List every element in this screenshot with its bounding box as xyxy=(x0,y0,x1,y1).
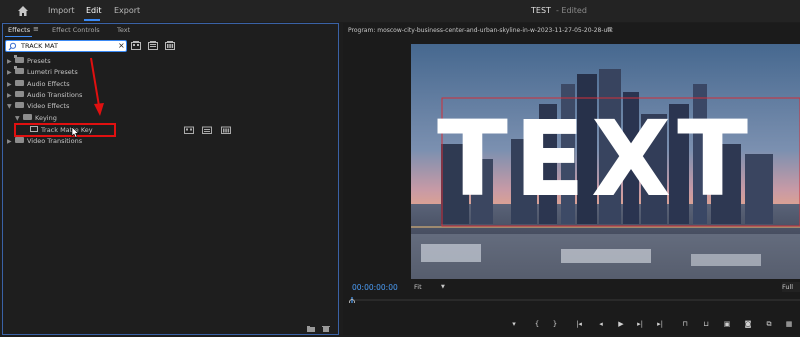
accelerated-badge-icon xyxy=(184,126,194,134)
overwrite-icon[interactable]: ⊔ xyxy=(701,319,711,329)
tree-item-label: Video Effects xyxy=(27,102,70,110)
tree-item-label: Video Transitions xyxy=(27,137,83,145)
program-monitor-panel: Program: moscow-city-business-center-and… xyxy=(343,23,800,335)
zoom-level-select[interactable]: Fit ▼ xyxy=(414,282,450,292)
tab-effects[interactable]: Effects xyxy=(8,26,30,34)
search-icon xyxy=(8,42,17,51)
button-editor-icon[interactable]: ▣ xyxy=(722,319,732,329)
32bit-effects-filter-icon[interactable] xyxy=(148,41,158,50)
tree-item-lumetri-presets[interactable]: ▶ Lumetri Presets xyxy=(7,66,78,78)
tree-item-label: Keying xyxy=(35,114,57,122)
search-value: TRACK MAT xyxy=(21,42,58,50)
accelerated-effects-filter-icon[interactable] xyxy=(131,41,141,50)
tree-item-video-effects[interactable]: ▼ Video Effects xyxy=(7,101,69,111)
yuv-effects-filter-icon[interactable] xyxy=(165,41,175,50)
mouse-cursor-icon xyxy=(71,127,79,138)
step-back-icon[interactable]: ◂ xyxy=(596,319,606,329)
annotation-highlight-box xyxy=(14,123,116,137)
nav-tab-edit[interactable]: Edit xyxy=(86,6,102,15)
clear-search-icon[interactable]: × xyxy=(118,41,125,51)
tree-item-label: Lumetri Presets xyxy=(27,68,78,76)
folder-star-icon xyxy=(14,66,24,74)
project-title: TEST xyxy=(531,6,551,15)
tree-item-presets[interactable]: ▶ Presets xyxy=(7,55,51,66)
project-status: - Edited xyxy=(556,6,587,15)
overlay-text[interactable]: TEXT xyxy=(437,104,800,214)
folder-icon xyxy=(15,80,24,86)
top-navigation-bar: Import Edit Export TEST - Edited xyxy=(0,0,800,22)
playhead-timecode[interactable]: 00:00:00:00 xyxy=(352,283,398,292)
monitor-menu-icon[interactable]: ≡ xyxy=(607,25,613,33)
chevron-down-icon: ▼ xyxy=(441,284,445,290)
add-marker-icon[interactable]: ▾ xyxy=(509,319,519,329)
resolution-select[interactable]: Full xyxy=(782,282,800,292)
chevron-right-icon[interactable]: ▶ xyxy=(7,137,15,147)
effects-panel: Effects ≡ Effect Controls Text TRACK MAT… xyxy=(2,23,339,335)
folder-icon xyxy=(15,91,24,97)
tree-item-audio-transitions[interactable]: ▶ Audio Transitions xyxy=(7,90,82,100)
home-icon[interactable] xyxy=(17,5,29,17)
go-to-in-icon[interactable]: |◂ xyxy=(574,319,584,329)
nav-tab-import[interactable]: Import xyxy=(48,6,75,15)
comparison-view-icon[interactable]: ⧉ xyxy=(764,319,774,329)
vr-video-icon[interactable]: ▦ xyxy=(784,319,794,329)
step-forward-icon[interactable]: ▸| xyxy=(635,319,645,329)
tab-active-indicator xyxy=(5,36,32,37)
zoom-level-value: Fit xyxy=(414,283,422,291)
folder-icon xyxy=(23,114,32,120)
new-bin-icon[interactable] xyxy=(307,326,315,332)
resolution-value: Full xyxy=(782,283,794,291)
panel-tab-bar: Effects ≡ Effect Controls Text xyxy=(3,24,338,37)
panel-menu-icon[interactable]: ≡ xyxy=(33,25,39,33)
chevron-right-icon[interactable]: ▶ xyxy=(7,80,15,90)
program-monitor-title: Program: moscow-city-business-center-and… xyxy=(348,27,613,34)
program-video-frame[interactable]: TEXT xyxy=(411,44,800,279)
export-frame-icon[interactable]: ◙ xyxy=(743,319,753,329)
folder-icon xyxy=(15,137,24,143)
nav-active-indicator xyxy=(84,19,100,21)
go-to-out-icon[interactable]: ▸| xyxy=(655,319,665,329)
tree-item-label: Presets xyxy=(27,57,51,65)
folder-star-icon xyxy=(14,55,24,63)
tree-item-label: Audio Transitions xyxy=(27,91,83,99)
tree-item-audio-effects[interactable]: ▶ Audio Effects xyxy=(7,79,70,89)
insert-icon[interactable]: ⊓ xyxy=(680,319,690,329)
tab-effect-controls[interactable]: Effect Controls xyxy=(52,26,100,34)
delete-icon[interactable] xyxy=(322,326,330,332)
timeline-scrubber[interactable] xyxy=(348,297,800,303)
tree-item-label: Audio Effects xyxy=(27,80,70,88)
tab-text[interactable]: Text xyxy=(117,26,130,34)
effects-search-input[interactable]: TRACK MAT × xyxy=(5,40,127,52)
chevron-down-icon[interactable]: ▼ xyxy=(7,102,15,112)
mark-out-icon[interactable]: } xyxy=(550,319,560,329)
play-icon[interactable]: ▶ xyxy=(616,319,626,329)
32bit-badge-icon xyxy=(202,126,212,134)
tree-item-keying[interactable]: ▼ Keying xyxy=(15,113,57,123)
chevron-right-icon[interactable]: ▶ xyxy=(7,68,15,78)
nav-tab-export[interactable]: Export xyxy=(114,6,140,15)
yuv-badge-icon xyxy=(221,126,231,134)
chevron-right-icon[interactable]: ▶ xyxy=(7,91,15,101)
mark-in-icon[interactable]: { xyxy=(532,319,542,329)
folder-icon xyxy=(15,102,24,108)
